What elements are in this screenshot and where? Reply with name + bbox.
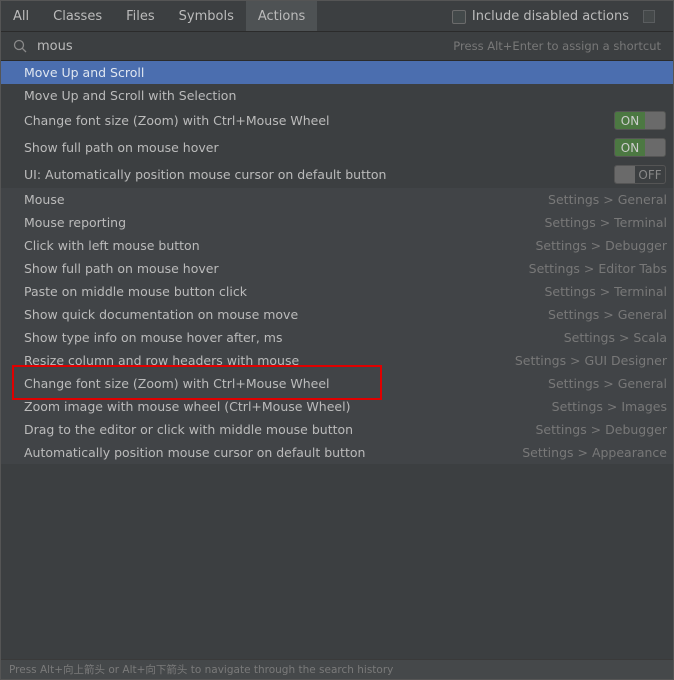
setting-label: Change font size (Zoom) with Ctrl+Mouse … bbox=[24, 376, 330, 391]
action-label: Show full path on mouse hover bbox=[24, 140, 219, 155]
setting-location: Settings > Debugger bbox=[535, 238, 667, 253]
toggle-switch[interactable]: ON bbox=[614, 138, 666, 157]
setting-item[interactable]: Show quick documentation on mouse move Se… bbox=[1, 303, 673, 326]
setting-item[interactable]: Resize column and row headers with mouse… bbox=[1, 349, 673, 372]
setting-label: Zoom image with mouse wheel (Ctrl+Mouse … bbox=[24, 399, 351, 414]
setting-label: Show type info on mouse hover after, ms bbox=[24, 330, 283, 345]
tab-all[interactable]: All bbox=[1, 1, 41, 31]
setting-location: Settings > Images bbox=[551, 399, 667, 414]
action-label: Change font size (Zoom) with Ctrl+Mouse … bbox=[24, 113, 330, 128]
setting-item[interactable]: Automatically position mouse cursor on d… bbox=[1, 441, 673, 464]
setting-location: Settings > GUI Designer bbox=[514, 353, 667, 368]
setting-label: Mouse reporting bbox=[24, 215, 127, 230]
action-item[interactable]: Change font size (Zoom) with Ctrl+Mouse … bbox=[1, 107, 673, 134]
actions-list: Move Up and Scroll Move Up and Scroll wit… bbox=[1, 61, 673, 188]
toggle-label: OFF bbox=[638, 167, 662, 182]
action-item[interactable]: Move Up and Scroll bbox=[1, 61, 673, 84]
setting-label: Click with left mouse button bbox=[24, 238, 200, 253]
action-item[interactable]: Move Up and Scroll with Selection bbox=[1, 84, 673, 107]
setting-label: Show quick documentation on mouse move bbox=[24, 307, 299, 322]
pin-window-icon[interactable] bbox=[643, 10, 655, 23]
setting-item[interactable]: Drag to the editor or click with middle … bbox=[1, 418, 673, 441]
search-icon bbox=[13, 39, 27, 53]
footer-hint: Press Alt+向上箭头 or Alt+向下箭头 to navigate t… bbox=[1, 659, 673, 679]
setting-location: Settings > General bbox=[548, 376, 667, 391]
setting-location: Settings > Scala bbox=[563, 330, 667, 345]
toggle-knob bbox=[615, 166, 635, 183]
setting-label: Show full path on mouse hover bbox=[24, 261, 219, 276]
setting-item[interactable]: Change font size (Zoom) with Ctrl+Mouse … bbox=[1, 372, 673, 395]
toggle-label: ON bbox=[620, 140, 640, 155]
toggle-knob bbox=[645, 139, 665, 156]
setting-label: Resize column and row headers with mouse bbox=[24, 353, 300, 368]
toggle-switch[interactable]: ON bbox=[614, 111, 666, 130]
setting-item[interactable]: Click with left mouse button Settings > D… bbox=[1, 234, 673, 257]
settings-list: Mouse Settings > General Mouse reporting Se… bbox=[1, 188, 673, 464]
setting-label: Mouse bbox=[24, 192, 65, 207]
action-item[interactable]: Show full path on mouse hover ON bbox=[1, 134, 673, 161]
toggle-label: ON bbox=[620, 113, 640, 128]
shortcut-hint: Press Alt+Enter to assign a shortcut bbox=[453, 39, 661, 53]
action-label: UI: Automatically position mouse cursor … bbox=[24, 167, 387, 182]
toggle-switch[interactable]: OFF bbox=[614, 165, 666, 184]
search-bar: Press Alt+Enter to assign a shortcut bbox=[1, 32, 673, 61]
setting-item[interactable]: Mouse reporting Settings > Terminal bbox=[1, 211, 673, 234]
setting-location: Settings > General bbox=[548, 307, 667, 322]
setting-label: Drag to the editor or click with middle … bbox=[24, 422, 354, 437]
tab-files[interactable]: Files bbox=[114, 1, 167, 31]
checkbox-icon[interactable] bbox=[451, 9, 466, 24]
search-input[interactable] bbox=[37, 38, 237, 54]
setting-label: Automatically position mouse cursor on d… bbox=[24, 445, 366, 460]
setting-item[interactable]: Paste on middle mouse button click Settin… bbox=[1, 280, 673, 303]
include-disabled-checkbox[interactable]: Include disabled actions bbox=[451, 1, 629, 32]
include-disabled-label: Include disabled actions bbox=[471, 9, 629, 24]
action-label: Move Up and Scroll bbox=[24, 65, 145, 80]
setting-location: Settings > Appearance bbox=[522, 445, 667, 460]
tab-bar: All Classes Files Symbols Actions Includ… bbox=[1, 1, 673, 32]
action-label: Move Up and Scroll with Selection bbox=[24, 88, 237, 103]
setting-item[interactable]: Mouse Settings > General bbox=[1, 188, 673, 211]
setting-location: Settings > Terminal bbox=[544, 215, 667, 230]
setting-item[interactable]: Zoom image with mouse wheel (Ctrl+Mouse … bbox=[1, 395, 673, 418]
setting-location: Settings > Terminal bbox=[544, 284, 667, 299]
setting-item[interactable]: Show full path on mouse hover Settings > … bbox=[1, 257, 673, 280]
tab-actions[interactable]: Actions bbox=[245, 1, 318, 31]
tab-classes[interactable]: Classes bbox=[41, 1, 114, 31]
tab-symbols[interactable]: Symbols bbox=[167, 1, 246, 31]
setting-location: Settings > Debugger bbox=[535, 422, 667, 437]
setting-label: Paste on middle mouse button click bbox=[24, 284, 247, 299]
action-item[interactable]: UI: Automatically position mouse cursor … bbox=[1, 161, 673, 188]
setting-location: Settings > Editor Tabs bbox=[528, 261, 667, 276]
setting-item[interactable]: Show type info on mouse hover after, ms S… bbox=[1, 326, 673, 349]
setting-location: Settings > General bbox=[548, 192, 667, 207]
toggle-knob bbox=[645, 112, 665, 129]
